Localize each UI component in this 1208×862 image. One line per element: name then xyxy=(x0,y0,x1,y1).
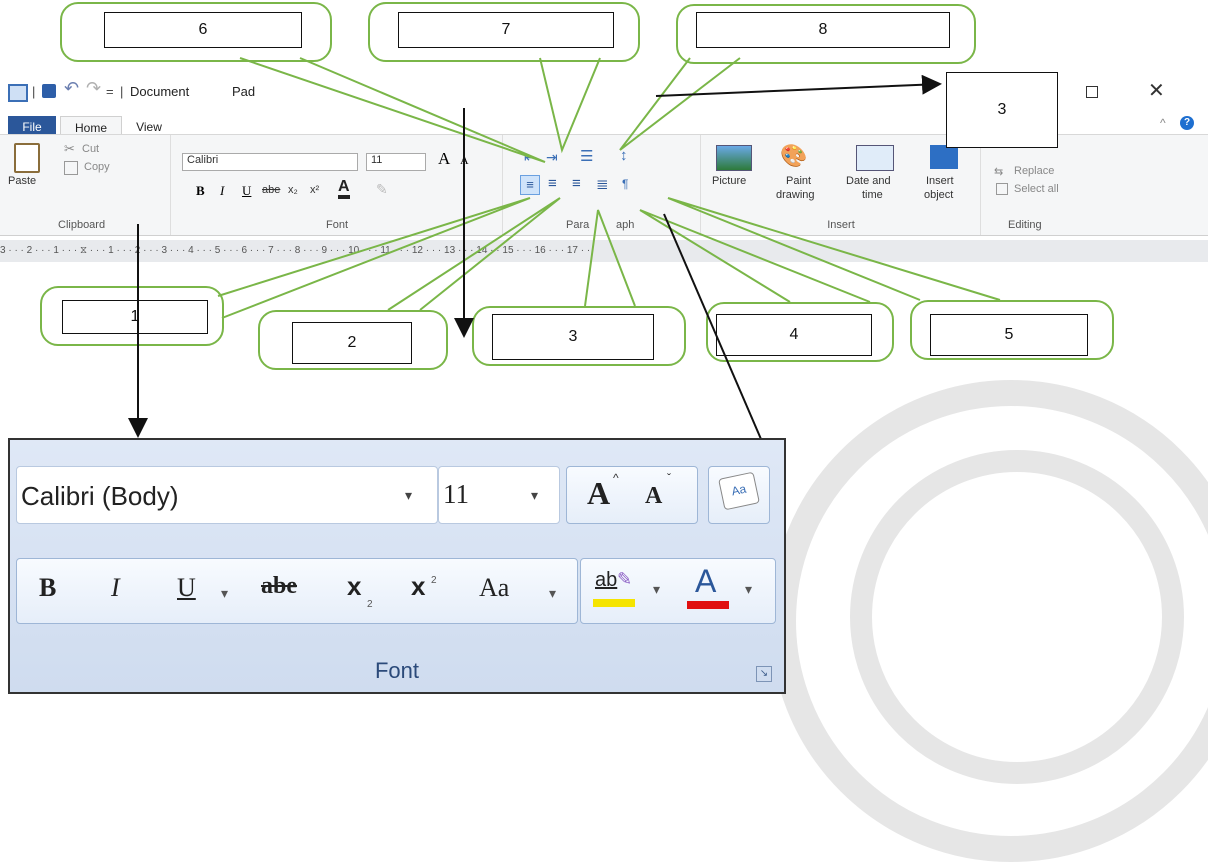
font-color-button[interactable]: A xyxy=(695,563,716,600)
pointer-1 xyxy=(217,197,531,319)
strikethrough-button-large[interactable]: abe xyxy=(261,573,297,600)
font-name-value: Calibri (Body) xyxy=(21,481,179,511)
font-name-dropdown-icon[interactable]: ▾ xyxy=(405,487,412,504)
superscript-mark: 2 xyxy=(431,575,437,586)
highlight-button[interactable]: ab xyxy=(595,569,617,592)
grow-font-button-large[interactable]: A xyxy=(587,475,610,512)
underline-dropdown-icon[interactable]: ▾ xyxy=(221,585,228,602)
shrink-font-button-large[interactable]: A xyxy=(645,483,662,510)
shrink-caret-icon: ˇ xyxy=(667,471,671,485)
pointer-7 xyxy=(539,57,601,154)
subscript-button-large[interactable]: x xyxy=(347,571,361,602)
font-style-buttons-group: B I U ▾ abe x 2 x 2 Aa ▾ xyxy=(16,558,578,624)
font-dialog-launcher-icon[interactable]: ↘ xyxy=(756,666,772,682)
font-group-label-large: Font xyxy=(374,658,420,683)
change-case-dropdown-icon[interactable]: ▾ xyxy=(549,585,556,602)
pointer-6 xyxy=(239,57,546,163)
underline-button-large[interactable]: U xyxy=(177,573,196,603)
highlight-dropdown-icon[interactable]: ▾ xyxy=(653,581,660,598)
color-buttons-group: ab ✎ ▾ A ▾ xyxy=(580,558,776,624)
clear-formatting-icon: Aa xyxy=(718,471,760,511)
font-name-combo[interactable]: Calibri (Body) ▾ xyxy=(16,466,438,524)
highlight-color-bar xyxy=(593,599,635,607)
font-color-bar xyxy=(687,601,729,609)
grow-shrink-group: A ^ A ˇ xyxy=(566,466,698,524)
callout-pointers xyxy=(217,57,1001,319)
highlight-pen-icon: ✎ xyxy=(617,569,633,589)
font-size-value: 11 xyxy=(443,479,469,509)
change-case-button[interactable]: Aa xyxy=(479,573,509,603)
arrow-to-clear-format xyxy=(663,213,773,462)
font-color-dropdown-icon[interactable]: ▾ xyxy=(745,581,752,598)
font-size-combo[interactable]: 11 ▾ xyxy=(438,466,560,524)
font-size-dropdown-icon[interactable]: ▾ xyxy=(531,487,538,504)
pointer-5 xyxy=(667,197,1001,301)
italic-button-large[interactable]: I xyxy=(111,573,120,603)
font-panel-zoom: Calibri (Body) ▾ 11 ▾ A ^ A ˇ Aa B I U ▾… xyxy=(8,438,786,694)
superscript-button-large[interactable]: x xyxy=(411,571,425,602)
grow-caret-icon: ^ xyxy=(613,471,619,485)
pointer-3 xyxy=(584,209,636,307)
bold-button-large[interactable]: B xyxy=(39,573,56,603)
clear-formatting-button[interactable]: Aa xyxy=(708,466,770,524)
pointer-8 xyxy=(619,57,741,151)
subscript-mark: 2 xyxy=(367,599,373,610)
